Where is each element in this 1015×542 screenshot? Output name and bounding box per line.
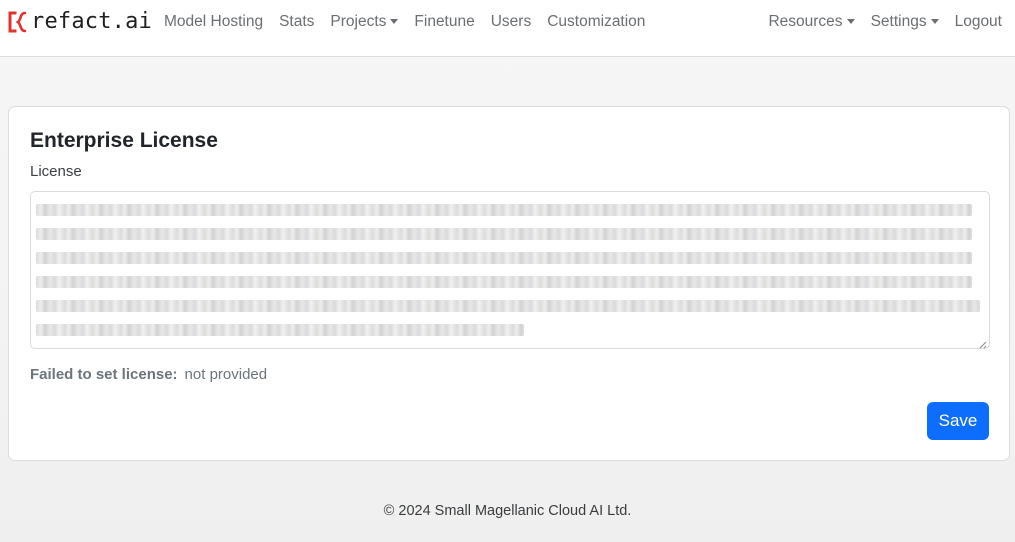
brand-logo-link[interactable]: refact.ai bbox=[7, 9, 152, 35]
nav-link-stats[interactable]: Stats bbox=[279, 0, 314, 44]
nav-link-customization[interactable]: Customization bbox=[547, 0, 645, 44]
nav-dropdown-settings[interactable]: Settings bbox=[871, 0, 939, 44]
nav-dropdown-resources[interactable]: Resources bbox=[768, 0, 854, 44]
license-textarea-wrapper bbox=[30, 191, 990, 349]
nav-link-logout[interactable]: Logout bbox=[955, 0, 1002, 44]
refact-logo-icon bbox=[7, 10, 29, 34]
nav-right-links: Resources Settings Logout bbox=[752, 0, 1002, 44]
nav-main-links: Model Hosting Stats Projects Finetune Us… bbox=[164, 0, 661, 44]
top-navbar: refact.ai Model Hosting Stats Projects F… bbox=[0, 0, 1015, 57]
nav-link-finetune[interactable]: Finetune bbox=[414, 0, 474, 44]
enterprise-license-card: Enterprise License License Failed to set… bbox=[8, 106, 1010, 461]
save-button[interactable]: Save bbox=[927, 402, 989, 440]
nav-link-model-hosting[interactable]: Model Hosting bbox=[164, 0, 263, 44]
license-field-label: License bbox=[30, 163, 82, 180]
footer-copyright: © 2024 Small Magellanic Cloud AI Ltd. bbox=[383, 503, 632, 519]
license-status-label: Failed to set license: bbox=[30, 366, 178, 383]
license-status: Failed to set license: not provided bbox=[30, 366, 267, 384]
nav-link-users[interactable]: Users bbox=[491, 0, 531, 44]
brand-name: refact.ai bbox=[31, 9, 153, 34]
card-title: Enterprise License bbox=[30, 129, 218, 152]
resize-handle-icon[interactable] bbox=[978, 337, 987, 348]
nav-dropdown-projects[interactable]: Projects bbox=[330, 0, 398, 44]
license-textarea[interactable] bbox=[31, 192, 989, 348]
license-status-value: not provided bbox=[184, 366, 268, 383]
